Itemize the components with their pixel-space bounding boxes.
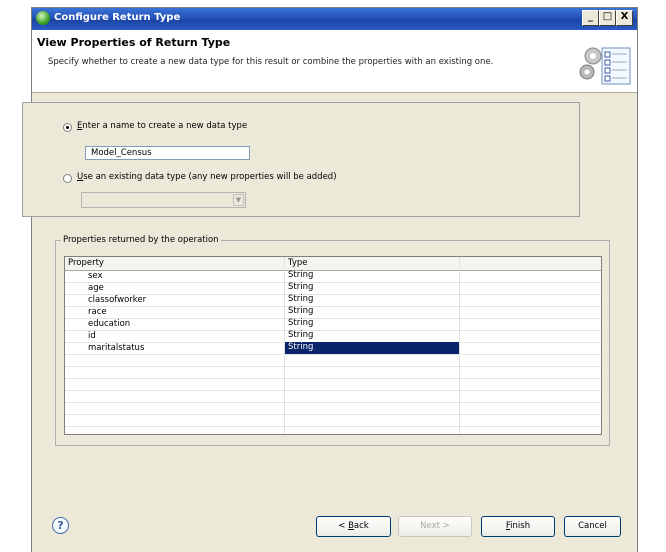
close-button[interactable]: X — [616, 10, 633, 26]
table-row-empty[interactable] — [65, 403, 601, 415]
existing-data-type-combo[interactable]: ▼ — [81, 192, 246, 208]
new-data-type-name-input[interactable]: Model_Census — [85, 146, 250, 160]
property-cell: sex — [88, 271, 103, 281]
column-header-empty — [460, 257, 601, 271]
type-cell[interactable]: String — [285, 270, 459, 282]
existing-data-type-label[interactable]: Use an existing data type (any new prope… — [77, 172, 337, 182]
existing-data-type-radio[interactable] — [63, 174, 72, 183]
type-cell[interactable]: String — [285, 330, 459, 342]
chevron-down-icon[interactable]: ▼ — [233, 194, 244, 206]
page-title: View Properties of Return Type — [37, 36, 231, 49]
property-cell: classofworker — [88, 295, 147, 305]
properties-table[interactable]: Property Type sex String age String clas… — [64, 256, 602, 435]
help-icon[interactable]: ? — [52, 517, 69, 534]
column-header-type[interactable]: Type — [285, 257, 460, 271]
maximize-button[interactable]: □ — [599, 10, 616, 26]
type-cell[interactable]: String — [285, 294, 459, 306]
table-row-empty[interactable] — [65, 379, 601, 391]
properties-group-legend: Properties returned by the operation — [61, 235, 221, 245]
new-data-type-label[interactable]: Enter a name to create a new data type — [77, 121, 247, 131]
column-header-property[interactable]: Property — [65, 257, 285, 271]
table-row-empty[interactable] — [65, 415, 601, 427]
page-description: Specify whether to create a new data typ… — [48, 57, 494, 67]
window-title: Configure Return Type — [54, 12, 181, 23]
property-cell: race — [88, 307, 107, 317]
property-cell: id — [88, 331, 96, 341]
minimize-button[interactable]: _ — [582, 10, 599, 26]
property-cell: education — [88, 319, 131, 329]
table-row[interactable]: maritalstatus String — [65, 342, 601, 355]
property-cell: maritalstatus — [88, 343, 145, 353]
property-cell: age — [88, 283, 104, 293]
type-cell-selected[interactable]: String — [285, 342, 459, 354]
next-button[interactable]: Next > — [398, 516, 472, 537]
title-bar[interactable]: Configure Return Type _ □ X — [32, 8, 637, 30]
table-row-empty[interactable] — [65, 367, 601, 379]
type-cell[interactable]: String — [285, 306, 459, 318]
gears-checklist-icon — [579, 47, 631, 85]
back-button[interactable]: < Back — [316, 516, 391, 537]
eclipse-app-icon — [36, 11, 50, 25]
wizard-header: View Properties of Return Type Specify w… — [32, 30, 637, 93]
type-cell[interactable]: String — [285, 318, 459, 330]
new-data-type-radio[interactable] — [63, 123, 72, 132]
type-cell[interactable]: String — [285, 282, 459, 294]
finish-button[interactable]: Finish — [481, 516, 555, 537]
table-row-empty[interactable] — [65, 355, 601, 367]
cancel-button[interactable]: Cancel — [564, 516, 621, 537]
table-row-empty[interactable] — [65, 391, 601, 403]
